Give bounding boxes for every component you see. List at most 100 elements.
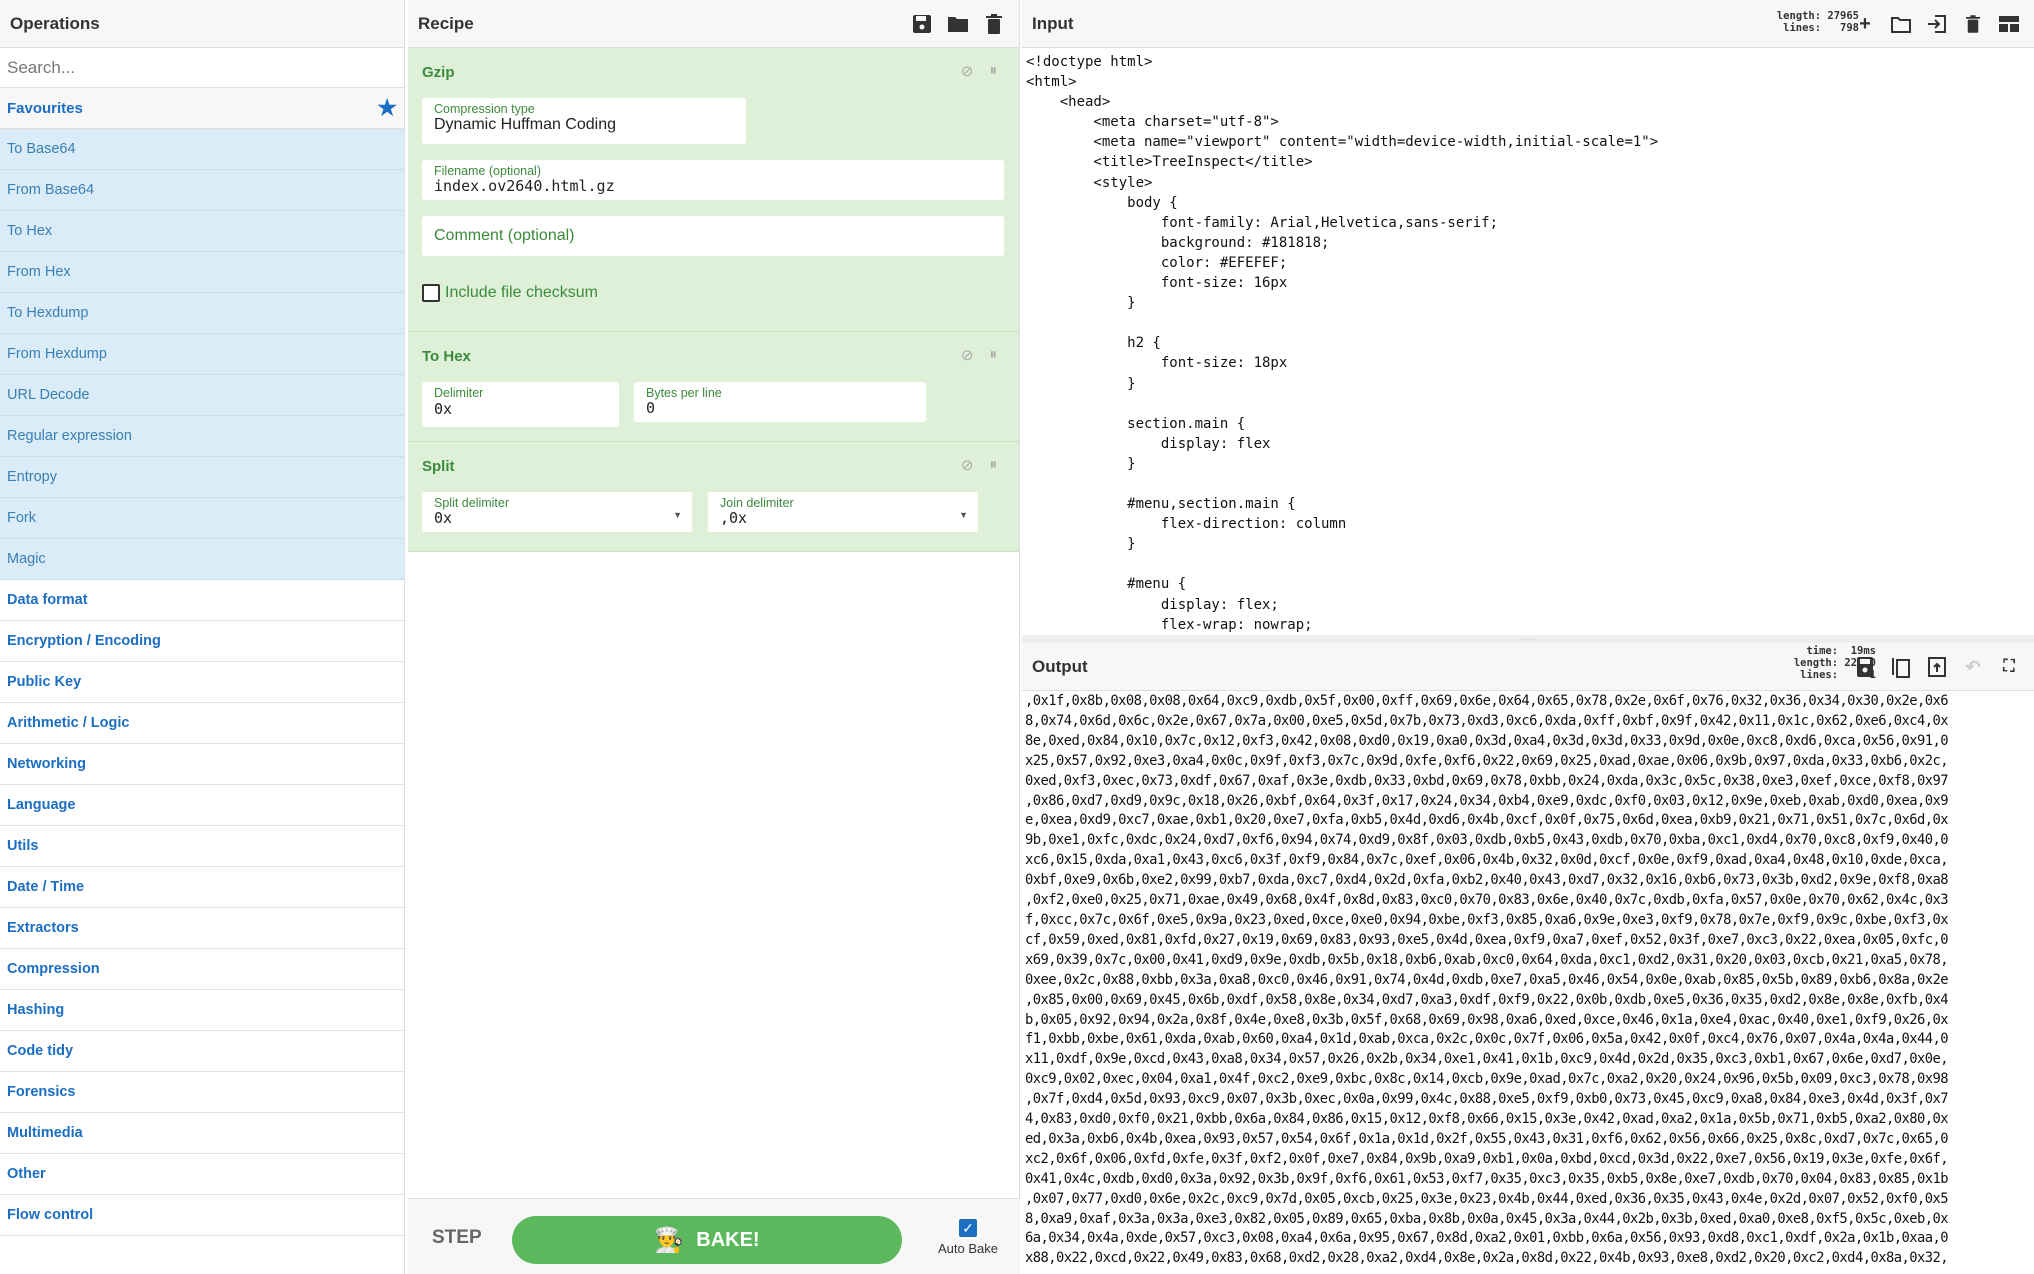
chevron-down-icon[interactable]: ▼: [673, 510, 682, 520]
bake-label: BAKE!: [696, 1228, 760, 1251]
category-item[interactable]: Public Key: [0, 662, 404, 703]
disable-icon[interactable]: ⊘: [961, 346, 974, 364]
recipe-op-gzip[interactable]: Gzip ⊘ ⏸ Compression type Dynamic Huffman…: [408, 48, 1019, 332]
search-input[interactable]: Search...: [0, 48, 404, 88]
auto-bake-checkbox[interactable]: ✓ Auto Bake: [928, 1219, 1008, 1256]
output-line: 0xee,0x2c,0x88,0xbb,0x3a,0xa8,0xc0,0x46,…: [1025, 971, 1949, 988]
output-line: f,0xcc,0x7c,0x6f,0xe5,0x9a,0x23,0xed,0xc…: [1025, 911, 1949, 928]
pause-icon[interactable]: ⏸: [989, 62, 997, 80]
output-line: x11,0xdf,0x9e,0xcd,0x43,0xa8,0x34,0x57,0…: [1025, 1051, 1949, 1068]
recipe-header: Recipe: [408, 0, 1019, 48]
comment-input[interactable]: Comment (optional): [422, 216, 1004, 256]
category-item[interactable]: Compression: [0, 949, 404, 990]
operation-item[interactable]: To Base64: [0, 129, 404, 170]
input-textarea[interactable]: <!doctype html> <html> <head> <meta char…: [1022, 49, 2034, 633]
bytes-per-line-input[interactable]: Bytes per line 0: [634, 382, 926, 422]
delimiter-label: Delimiter: [434, 386, 484, 400]
maximise-icon[interactable]: ⛶: [1998, 656, 2020, 678]
chevron-down-icon[interactable]: ▼: [959, 510, 968, 520]
bytes-per-line-value: 0: [646, 399, 656, 417]
operation-item[interactable]: Regular expression: [0, 416, 404, 457]
disable-icon[interactable]: ⊘: [961, 456, 974, 474]
auto-bake-label: Auto Bake: [938, 1241, 998, 1256]
category-item[interactable]: Flow control: [0, 1195, 404, 1236]
input-length: length: 27965: [1776, 10, 1859, 22]
open-folder-icon[interactable]: [1890, 13, 1912, 35]
save-output-icon[interactable]: [1854, 656, 1876, 678]
bake-button[interactable]: 👨‍🍳 BAKE!: [512, 1216, 902, 1264]
operation-item[interactable]: URL Decode: [0, 375, 404, 416]
output-line: 8e,0xed,0x84,0x10,0x7c,0x12,0xf3,0x42,0x…: [1025, 732, 1949, 749]
category-item[interactable]: Networking: [0, 744, 404, 785]
category-item[interactable]: Forensics: [0, 1072, 404, 1113]
copy-output-icon[interactable]: [1890, 656, 1912, 678]
operations-title: Operations: [0, 0, 404, 48]
recipe-panel: Recipe Gzip ⊘ ⏸ Compression type Dynamic …: [408, 0, 1020, 1274]
category-item[interactable]: Data format: [0, 580, 404, 621]
operation-item[interactable]: From Hexdump: [0, 334, 404, 375]
output-line: cf,0x59,0xed,0x81,0xfd,0x27,0x19,0x69,0x…: [1025, 931, 1949, 948]
output-line: 8,0xa9,0xaf,0x3a,0x3a,0xe3,0x82,0x05,0x8…: [1025, 1210, 1949, 1227]
operation-item[interactable]: Fork: [0, 498, 404, 539]
output-line: e,0xea,0xd9,0xc7,0xae,0xb1,0x20,0xe7,0xf…: [1025, 812, 1949, 829]
category-item[interactable]: Extractors: [0, 908, 404, 949]
checkbox-icon[interactable]: [422, 284, 440, 302]
chef-icon: 👨‍🍳: [654, 1226, 685, 1254]
reset-layout-icon[interactable]: [1998, 13, 2020, 35]
category-item[interactable]: Encryption / Encoding: [0, 621, 404, 662]
gzip-title: Gzip: [422, 63, 455, 81]
split-title: Split: [422, 457, 455, 475]
compression-type-label: Compression type: [434, 102, 535, 116]
category-item[interactable]: Code tidy: [0, 1031, 404, 1072]
output-line: 0xed,0xf3,0xec,0x73,0xdf,0x67,0xaf,0x3e,…: [1025, 772, 1949, 789]
favourites-label: Favourites: [7, 99, 83, 117]
recipe-title: Recipe: [418, 13, 474, 33]
category-item[interactable]: Arithmetic / Logic: [0, 703, 404, 744]
recipe-op-split[interactable]: Split ⊘ ⏸ Split delimiter 0x ▼ Join delim…: [408, 442, 1019, 552]
join-delimiter-select[interactable]: Join delimiter ,0x ▼: [708, 492, 978, 532]
category-item[interactable]: Utils: [0, 826, 404, 867]
output-header: Output time: 19ms length: 22000 lines: 1 ↶…: [1022, 643, 2034, 691]
pause-icon[interactable]: ⏸: [989, 346, 997, 364]
operation-item[interactable]: Entropy: [0, 457, 404, 498]
category-item[interactable]: Other: [0, 1154, 404, 1195]
operation-item[interactable]: From Hex: [0, 252, 404, 293]
pane-resize-handle[interactable]: ......: [1022, 634, 2034, 643]
output-line: 4,0x83,0xd0,0xf0,0x21,0xbb,0x6a,0x84,0x8…: [1025, 1111, 1949, 1128]
split-delimiter-label: Split delimiter: [434, 496, 510, 510]
compression-type-select[interactable]: Compression type Dynamic Huffman Coding: [422, 98, 746, 144]
recipe-op-to-hex[interactable]: To Hex ⊘ ⏸ Delimiter 0x Bytes per line 0: [408, 332, 1019, 442]
disable-icon[interactable]: ⊘: [961, 62, 974, 80]
operation-item[interactable]: Magic: [0, 539, 404, 580]
load-recipe-folder-icon[interactable]: [947, 13, 969, 35]
step-button[interactable]: STEP: [432, 1227, 482, 1249]
checkbox-checked-icon[interactable]: ✓: [959, 1219, 977, 1237]
split-delimiter-select[interactable]: Split delimiter 0x ▼: [422, 492, 692, 532]
input-title: Input: [1032, 13, 1074, 33]
delimiter-select[interactable]: Delimiter 0x: [422, 382, 619, 427]
compression-type-value: Dynamic Huffman Coding: [434, 116, 617, 133]
output-line: 6a,0x34,0x4a,0xde,0x57,0xc3,0x08,0xa4,0x…: [1025, 1230, 1949, 1247]
pause-icon[interactable]: ⏸: [989, 456, 997, 474]
save-recipe-icon[interactable]: [911, 13, 933, 35]
include-checksum-checkbox[interactable]: Include file checksum: [422, 284, 598, 302]
open-file-import-icon[interactable]: [1926, 13, 1948, 35]
operation-item[interactable]: To Hexdump: [0, 293, 404, 334]
category-item[interactable]: Multimedia: [0, 1113, 404, 1154]
star-icon: ★: [377, 95, 397, 120]
replace-input-with-output-icon[interactable]: [1926, 656, 1948, 678]
category-item[interactable]: Hashing: [0, 990, 404, 1031]
clear-input-trash-icon[interactable]: [1962, 13, 1984, 35]
clear-recipe-trash-icon[interactable]: [983, 13, 1005, 35]
category-favourites[interactable]: Favourites ★: [0, 88, 404, 129]
output-line: 9b,0xe1,0xfc,0xdc,0x24,0xd7,0xf6,0x94,0x…: [1025, 832, 1949, 849]
output-line: f1,0xbb,0xbe,0x61,0xda,0xab,0x60,0xa4,0x…: [1025, 1031, 1949, 1048]
add-tab-plus-icon[interactable]: +: [1854, 13, 1876, 35]
filename-input[interactable]: Filename (optional) index.ov2640.html.gz: [422, 160, 1004, 200]
category-item[interactable]: Language: [0, 785, 404, 826]
operation-item[interactable]: From Base64: [0, 170, 404, 211]
category-item[interactable]: Date / Time: [0, 867, 404, 908]
operation-item[interactable]: To Hex: [0, 211, 404, 252]
controls-bar: STEP 👨‍🍳 BAKE! ✓ Auto Bake: [408, 1198, 1020, 1274]
output-text[interactable]: ,0x1f,0x8b,0x08,0x08,0x64,0xc9,0xdb,0x5f…: [1022, 692, 2034, 1269]
